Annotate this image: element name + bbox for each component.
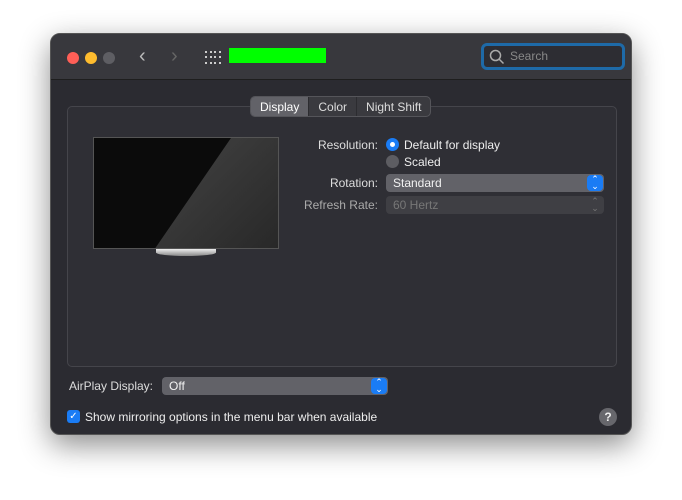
chevron-updown-icon: ⌃ ⌄ — [587, 175, 603, 191]
airplay-label: AirPlay Display: — [68, 379, 153, 393]
zoom-button[interactable] — [103, 52, 115, 64]
help-button[interactable]: ? — [599, 408, 617, 426]
tab-color[interactable]: Color — [308, 97, 356, 116]
title-bar: ‹ › Search — [51, 34, 631, 80]
rotation-select[interactable]: Standard ⌃ ⌄ — [386, 174, 604, 192]
airplay-value: Off — [169, 379, 185, 393]
refresh-rate-select[interactable]: 60 Hertz ⌃ ⌄ — [386, 196, 604, 214]
show-all-grid-icon[interactable] — [205, 51, 221, 65]
search-icon — [489, 49, 505, 65]
forward-chevron-icon[interactable]: › — [171, 45, 178, 68]
scaled-label: Scaled — [404, 155, 441, 169]
resolution-label: Resolution: — [317, 138, 378, 152]
rotation-value: Standard — [393, 176, 442, 190]
mirroring-label: Show mirroring options in the menu bar w… — [85, 410, 378, 424]
window-title-redacted — [229, 48, 326, 63]
tab-display[interactable]: Display — [251, 97, 309, 116]
display-preferences-window: ‹ › Search Display Color Night Shift Res… — [50, 33, 632, 435]
airplay-select[interactable]: Off ⌃ ⌄ — [162, 377, 388, 395]
radio-scaled[interactable] — [386, 155, 399, 168]
chevron-updown-icon: ⌃ ⌄ — [591, 196, 599, 213]
refresh-rate-label: Refresh Rate: — [303, 198, 378, 212]
search-placeholder: Search — [510, 49, 549, 63]
radio-default-for-display[interactable] — [386, 138, 399, 151]
back-chevron-icon[interactable]: ‹ — [139, 45, 146, 68]
chevron-updown-icon: ⌃ ⌄ — [371, 378, 387, 394]
display-preview-image — [93, 137, 279, 249]
minimize-button[interactable] — [85, 52, 97, 64]
tab-night-shift[interactable]: Night Shift — [356, 97, 430, 116]
tab-bar: Display Color Night Shift — [250, 96, 432, 117]
mirroring-checkbox[interactable]: ✓ — [67, 410, 80, 423]
rotation-label: Rotation: — [329, 176, 378, 190]
default-for-display-label: Default for display — [404, 138, 501, 152]
display-stand — [156, 249, 216, 256]
refresh-rate-value: 60 Hertz — [393, 198, 439, 212]
search-input[interactable]: Search — [481, 43, 625, 70]
close-button[interactable] — [67, 52, 79, 64]
